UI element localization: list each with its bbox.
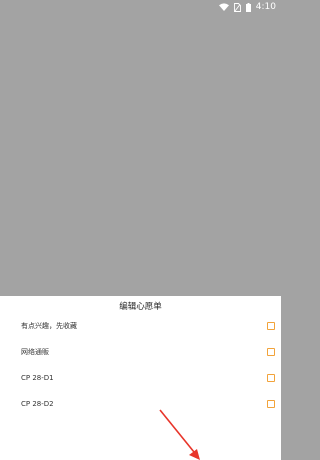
clock: 4:10 — [255, 2, 276, 12]
status-bar: 4:10 — [0, 0, 281, 14]
wishlist-item-label: CP 28-D2 — [21, 400, 54, 408]
wishlist-item[interactable]: CP 28-D2 — [0, 391, 281, 417]
wishlist-item-label: CP 28-D1 — [21, 374, 54, 382]
battery-icon — [245, 2, 251, 12]
wishlist-item-checkbox[interactable] — [267, 400, 275, 408]
wishlist-item[interactable]: 网络通販 — [0, 339, 281, 365]
wishlist-item-checkbox[interactable] — [267, 322, 275, 330]
wishlist-item-label: 有点兴趣，先收藏 — [21, 322, 77, 330]
no-sim-icon — [233, 2, 241, 12]
wishlist-item-checkbox[interactable] — [267, 348, 275, 356]
wishlist-sheet: 编辑心愿单 有点兴趣，先收藏 网络通販 CP 28-D1 CP 28-D2 — [0, 296, 281, 460]
wishlist-item[interactable]: CP 28-D1 — [0, 365, 281, 391]
wishlist-item[interactable]: 有点兴趣，先收藏 — [0, 313, 281, 339]
wishlist-item-checkbox[interactable] — [267, 374, 275, 382]
wishlist-item-label: 网络通販 — [21, 348, 49, 356]
wifi-icon — [218, 3, 229, 11]
annotation-arrow-icon — [159, 409, 200, 460]
